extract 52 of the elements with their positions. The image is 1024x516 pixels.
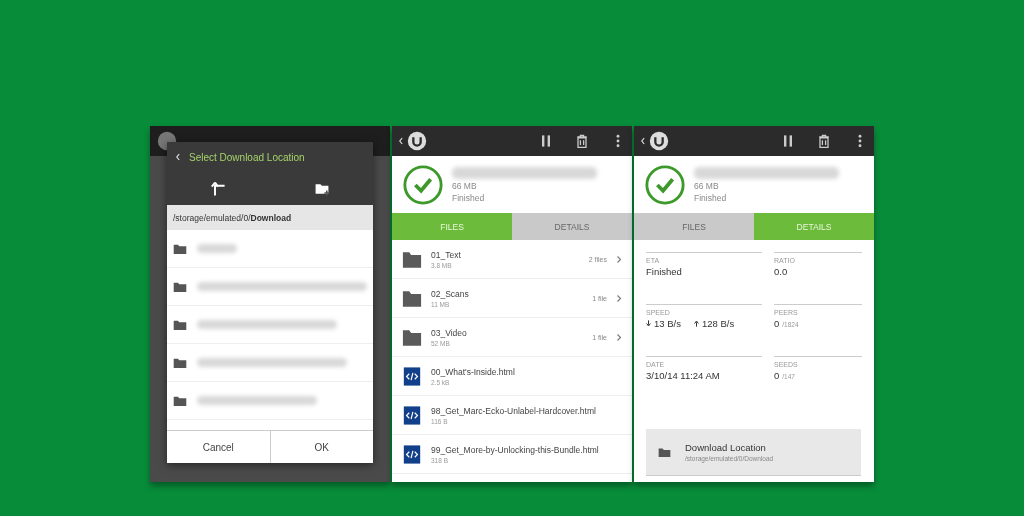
folder-icon xyxy=(173,242,187,255)
trash-icon[interactable] xyxy=(816,133,832,149)
logo-icon xyxy=(406,130,428,152)
upload-arrow-icon xyxy=(693,320,699,327)
logo-icon xyxy=(648,130,670,152)
code-file-icon xyxy=(402,405,422,425)
dialog-title: Select Download Location xyxy=(189,151,305,163)
folder-icon xyxy=(658,446,671,458)
stat-value: 3/10/14 11:24 AM xyxy=(646,370,721,381)
tab[interactable]: FILES xyxy=(634,213,754,240)
folder-icon xyxy=(402,249,422,269)
folder-icon xyxy=(173,280,187,293)
file-name: 99_Get_More-by-Unlocking-this-Bundle.html xyxy=(431,444,600,455)
path-text: /storage/emulated/0/Download xyxy=(173,212,292,223)
blurred-name xyxy=(197,244,237,253)
ok-button[interactable]: OK xyxy=(269,431,373,463)
torrent-size: 66 MB xyxy=(452,180,478,191)
up-arrow-icon[interactable] xyxy=(210,180,227,197)
stat-value: 0.0 xyxy=(774,266,789,277)
check-circle-icon xyxy=(644,163,686,206)
code-file-icon xyxy=(402,444,422,464)
folder-icon xyxy=(173,318,187,331)
file-name: 00_What's-Inside.html xyxy=(431,366,516,377)
chevron-icon xyxy=(616,293,622,303)
file-name: 03_Video xyxy=(431,327,468,338)
file-name: 98_Get_Marc-Ecko-Unlabel-Hardcover.html xyxy=(431,405,597,416)
torrent-status: Finished xyxy=(694,192,728,203)
code-file-icon xyxy=(402,366,422,386)
back-icon[interactable] xyxy=(398,135,404,147)
check-circle-icon xyxy=(402,163,444,206)
cancel-button[interactable]: Cancel xyxy=(167,431,270,463)
back-icon[interactable] xyxy=(175,152,181,162)
tab[interactable]: DETAILS xyxy=(512,213,632,240)
stat-value: 0 xyxy=(774,370,780,381)
file-name: 02_Scans xyxy=(431,288,470,299)
location-title: Download Location xyxy=(685,442,767,453)
folder-icon xyxy=(173,356,187,369)
download-arrow-icon xyxy=(646,320,651,327)
chevron-icon xyxy=(616,332,622,342)
upload-speed: 128 B/s xyxy=(701,318,735,329)
stat-value: Finished xyxy=(646,266,683,277)
chevron-icon xyxy=(616,254,622,264)
folder-icon xyxy=(402,288,422,308)
stat-value: 0 xyxy=(774,318,780,329)
back-icon[interactable] xyxy=(640,135,646,147)
download-speed: 13 B/s xyxy=(654,318,681,329)
torrent-size: 66 MB xyxy=(694,180,720,191)
torrent-status: Finished xyxy=(452,192,486,203)
trash-icon[interactable] xyxy=(574,133,590,149)
file-name: 01_Text xyxy=(431,249,462,260)
folder-icon xyxy=(173,394,187,407)
folder-icon xyxy=(402,327,422,347)
